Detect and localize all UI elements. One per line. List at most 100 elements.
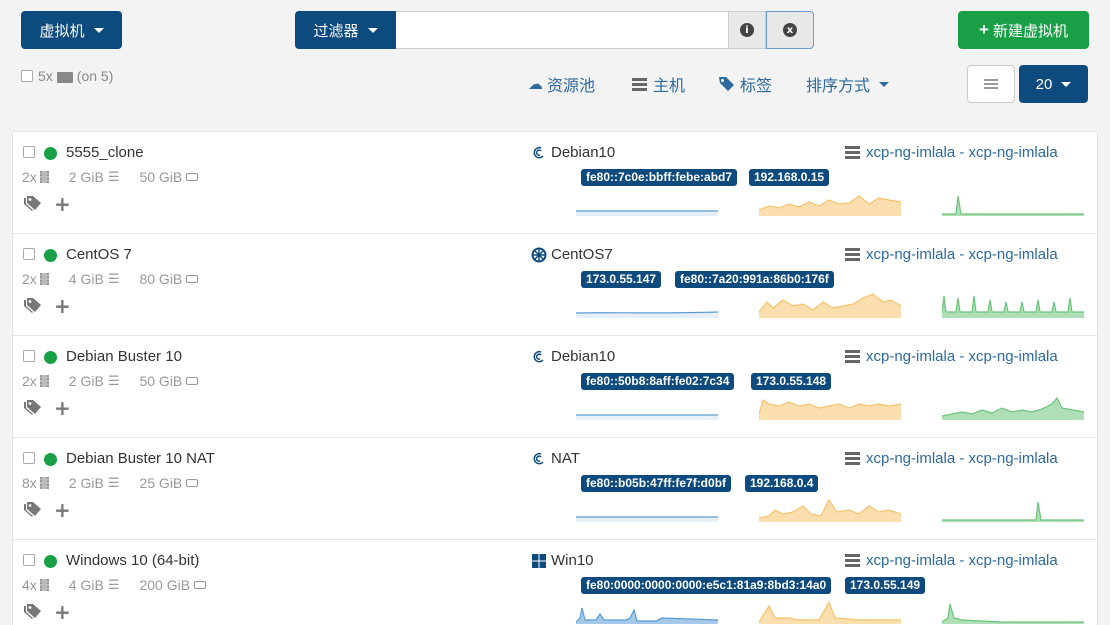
new-vm-label: 新建虚拟机 bbox=[992, 22, 1068, 40]
server-icon bbox=[845, 350, 860, 363]
menu-icon bbox=[984, 79, 998, 89]
vm-select-checkbox[interactable] bbox=[23, 248, 35, 260]
page-size-dropdown[interactable]: 20 bbox=[1019, 65, 1088, 103]
vm-host-link[interactable]: xcp-ng-imlala - xcp-ng-imlala bbox=[845, 144, 1077, 161]
filter-label: 过滤器 bbox=[313, 22, 359, 40]
running-count: (on 5) bbox=[76, 68, 114, 84]
disk-size: 80 GiB bbox=[139, 271, 183, 287]
tags-icon[interactable] bbox=[23, 297, 45, 313]
vm-select-checkbox[interactable] bbox=[23, 350, 35, 362]
vm-select-checkbox[interactable] bbox=[23, 146, 35, 158]
vm-host-link[interactable]: xcp-ng-imlala - xcp-ng-imlala bbox=[845, 552, 1077, 569]
running-status-icon bbox=[44, 147, 57, 160]
add-tag-icon[interactable]: + bbox=[54, 498, 71, 522]
running-status-icon bbox=[44, 351, 57, 364]
cloud-icon: ☁ bbox=[528, 75, 543, 93]
select-all[interactable]: 5x (on 5) bbox=[21, 68, 113, 84]
memory-usage-sparkline bbox=[759, 195, 901, 216]
running-status-icon bbox=[44, 249, 57, 262]
filter-dropdown[interactable]: 过滤器 bbox=[295, 11, 396, 49]
sparkline-area bbox=[942, 296, 1084, 318]
memory-size: 2 GiB bbox=[68, 169, 104, 185]
disk-size: 50 GiB bbox=[139, 373, 183, 389]
vm-os: Debian10 bbox=[531, 144, 615, 161]
new-vm-button[interactable]: + 新建虚拟机 bbox=[958, 11, 1089, 49]
sparkline-area bbox=[942, 196, 1084, 216]
add-tag-icon[interactable]: + bbox=[54, 192, 71, 216]
memory-usage-sparkline bbox=[759, 399, 901, 420]
vm-name[interactable]: Debian Buster 10 bbox=[66, 348, 182, 365]
ip-address-badge: fe80::50b8:8aff:fe02:7c34 bbox=[581, 373, 735, 390]
vm-name[interactable]: Debian Buster 10 NAT bbox=[66, 450, 215, 467]
vm-host-link[interactable]: xcp-ng-imlala - xcp-ng-imlala bbox=[845, 450, 1077, 467]
plus-icon: + bbox=[979, 20, 989, 39]
hdd-icon bbox=[186, 377, 199, 385]
ip-address-badge: fe80::7a20:991a:86b0:176f bbox=[675, 271, 834, 288]
tags-filter-link[interactable]: 标签 bbox=[718, 74, 772, 95]
vm-row[interactable]: Debian Buster 10 NAT 8x 2 GiB ☰ 25 GiB +… bbox=[13, 438, 1097, 540]
tags-icon[interactable] bbox=[23, 399, 45, 415]
network-usage-sparkline bbox=[942, 295, 1084, 318]
sparkline-line bbox=[576, 311, 718, 314]
display-options-button[interactable] bbox=[967, 65, 1015, 103]
vm-host-link[interactable]: xcp-ng-imlala - xcp-ng-imlala bbox=[845, 348, 1077, 365]
memory-usage-sparkline bbox=[759, 498, 901, 522]
vcpu-count: 2x bbox=[22, 271, 37, 287]
ip-address-badge: fe80:0000:0000:0000:e5c1:81a9:8bd3:14a0 bbox=[581, 577, 832, 594]
filter-help-button[interactable]: i bbox=[728, 11, 766, 49]
add-tag-icon[interactable]: + bbox=[54, 294, 71, 318]
vm-specs: 4x 4 GiB ☰ 200 GiB bbox=[22, 577, 207, 593]
tags-icon[interactable] bbox=[23, 195, 45, 211]
sparkline-area bbox=[576, 517, 718, 522]
sparkline-line bbox=[942, 603, 1084, 623]
filter-input[interactable] bbox=[396, 11, 729, 49]
server-icon bbox=[845, 452, 860, 465]
vm-row[interactable]: 5555_clone 2x 2 GiB ☰ 50 GiB + Debian10 … bbox=[13, 132, 1097, 234]
cpu-icon bbox=[39, 273, 49, 285]
caret-down-icon bbox=[93, 27, 104, 33]
vm-select-checkbox[interactable] bbox=[23, 554, 35, 566]
vm-name[interactable]: CentOS 7 bbox=[66, 246, 132, 263]
vm-os: Debian10 bbox=[531, 348, 615, 365]
pools-label: 资源池 bbox=[547, 78, 596, 95]
ip-address-badge: fe80::7c0e:bbff:febe:abd7 bbox=[581, 169, 738, 186]
hosts-label: 主机 bbox=[653, 78, 686, 95]
clear-filter-button[interactable]: x bbox=[766, 11, 814, 49]
network-usage-sparkline bbox=[942, 603, 1084, 624]
add-tag-icon[interactable]: + bbox=[54, 396, 71, 420]
page-size-value: 20 bbox=[1035, 75, 1053, 93]
selected-count: 5x bbox=[38, 68, 53, 84]
vm-host-link[interactable]: xcp-ng-imlala - xcp-ng-imlala bbox=[845, 246, 1077, 263]
sort-dropdown[interactable]: 排序方式 bbox=[806, 74, 890, 95]
vm-row[interactable]: Windows 10 (64-bit) 4x 4 GiB ☰ 200 GiB +… bbox=[13, 540, 1097, 625]
vcpu-count: 2x bbox=[22, 373, 37, 389]
tags-icon[interactable] bbox=[23, 501, 45, 517]
memory-size: 2 GiB bbox=[68, 475, 104, 491]
hdd-icon bbox=[186, 173, 199, 181]
cpu-icon bbox=[39, 579, 49, 591]
disk-size: 50 GiB bbox=[139, 169, 183, 185]
vm-row[interactable]: CentOS 7 2x 4 GiB ☰ 80 GiB + CentOS7 xcp… bbox=[13, 234, 1097, 336]
vm-row[interactable]: Debian Buster 10 2x 2 GiB ☰ 50 GiB + Deb… bbox=[13, 336, 1097, 438]
debian-icon bbox=[531, 451, 547, 467]
memory-size: 2 GiB bbox=[68, 373, 104, 389]
vm-select-checkbox[interactable] bbox=[23, 452, 35, 464]
vm-name[interactable]: Windows 10 (64-bit) bbox=[66, 552, 199, 569]
hosts-filter-link[interactable]: 主机 bbox=[632, 74, 686, 95]
vm-name[interactable]: 5555_clone bbox=[66, 144, 144, 161]
vm-os: Win10 bbox=[531, 552, 594, 569]
ip-address-badge: 173.0.55.148 bbox=[751, 373, 832, 390]
tags-icon[interactable] bbox=[23, 603, 45, 619]
vm-specs: 2x 4 GiB ☰ 80 GiB bbox=[22, 271, 199, 287]
pools-filter-link[interactable]: ☁ 资源池 bbox=[528, 74, 596, 95]
add-tag-icon[interactable]: + bbox=[54, 600, 71, 624]
network-usage-sparkline bbox=[942, 501, 1084, 522]
server-icon bbox=[845, 554, 860, 567]
os-name: NAT bbox=[551, 450, 580, 467]
info-icon: i bbox=[740, 23, 754, 37]
vm-type-dropdown[interactable]: 虚拟机 bbox=[21, 11, 122, 49]
vm-specs: 2x 2 GiB ☰ 50 GiB bbox=[22, 169, 199, 185]
cpu-usage-sparkline bbox=[576, 516, 718, 522]
select-all-checkbox[interactable] bbox=[21, 70, 33, 82]
windows-icon bbox=[531, 553, 547, 569]
